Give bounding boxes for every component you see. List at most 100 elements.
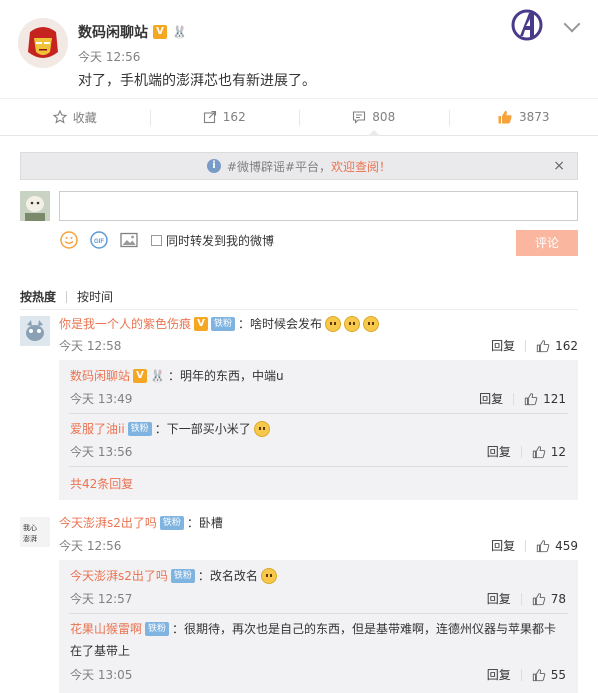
- like-button[interactable]: 3873: [448, 99, 598, 135]
- reply-time: 今天 13:56: [70, 445, 133, 459]
- fan-badge: 铁粉: [170, 568, 195, 583]
- fan-badge: 铁粉: [127, 421, 152, 436]
- reply-button[interactable]: 回复: [487, 443, 511, 460]
- sort-by-hot[interactable]: 按热度: [20, 288, 56, 305]
- chevron-down-icon[interactable]: [563, 15, 581, 32]
- comment-button[interactable]: 808: [299, 99, 449, 136]
- reply-actions: 回复 121: [479, 390, 566, 407]
- comment-count: 808: [372, 110, 396, 124]
- doge-emoji-icon: [344, 315, 361, 332]
- reply-time: 今天 13:05: [70, 668, 133, 682]
- emoji-icon[interactable]: [59, 230, 79, 250]
- sort-divider: [66, 290, 68, 303]
- svg-text:澎湃: 澎湃: [23, 534, 37, 543]
- svg-text:我心: 我心: [23, 523, 37, 532]
- forward-count: 162: [222, 110, 246, 124]
- comment-username[interactable]: 今天澎湃s2出了吗: [59, 514, 157, 531]
- reply-line: 数码闲聊站 V 🐰 ：明年的东西，中端u: [70, 367, 284, 384]
- level-badge-icon: 🐰: [150, 368, 165, 383]
- favorite-button[interactable]: 收藏: [0, 99, 150, 135]
- thumbs-up-icon: [524, 392, 538, 405]
- sort-bar: 按热度 按时间: [20, 288, 113, 305]
- favorite-label: 收藏: [72, 110, 97, 125]
- comment-like-button[interactable]: 459: [536, 539, 578, 553]
- reply-like-button[interactable]: 55: [532, 668, 566, 682]
- info-icon: i: [206, 159, 221, 173]
- verified-badge: V: [133, 368, 148, 383]
- sort-divider-line: [20, 309, 578, 310]
- comment-line: 今天澎湃s2出了吗 铁粉 ：卧槽: [59, 514, 223, 531]
- reply-divider: [69, 466, 568, 467]
- fan-badge: 铁粉: [211, 316, 236, 331]
- like-count: 3873: [518, 110, 550, 124]
- comment-like-count: 162: [555, 338, 578, 353]
- verified-badge: V: [194, 316, 209, 331]
- sort-by-time[interactable]: 按时间: [77, 288, 113, 305]
- forward-option[interactable]: 同时转发到我的微博: [151, 232, 274, 249]
- forward-button[interactable]: 162: [149, 99, 300, 135]
- post-text: 对了，手机端的澎湃芯也有新进展了。: [78, 73, 316, 89]
- reply-actions: 回复 55: [487, 666, 566, 683]
- reply-time: 今天 13:49: [70, 392, 133, 406]
- notice-text[interactable]: #微博辟谣#平台，: [227, 160, 331, 174]
- fan-badge: 铁粉: [159, 515, 184, 530]
- reply-text-continued: 在了基带上: [70, 644, 131, 658]
- reply-username[interactable]: 数码闲聊站: [70, 367, 130, 384]
- author-name[interactable]: 数码闲聊站: [78, 22, 148, 42]
- reply-list: 今天澎湃s2出了吗 铁粉 ：改名改名 今天 12:57 回复 78 花果山猴雷啊…: [59, 560, 578, 693]
- comment-like-button[interactable]: 162: [536, 339, 578, 353]
- post-top-right: [510, 8, 581, 45]
- reply-like-count: 12: [550, 444, 566, 459]
- author-avatar[interactable]: [18, 18, 68, 68]
- reply-like-button[interactable]: 78: [532, 592, 566, 606]
- submit-comment-button[interactable]: 评论: [516, 230, 578, 256]
- reply-line: 今天澎湃s2出了吗 铁粉 ：改名改名: [70, 567, 277, 584]
- comment-time: 今天 12:56: [59, 539, 122, 553]
- comment-actions: 回复 162: [491, 337, 578, 354]
- reply-button[interactable]: 回复: [487, 666, 511, 683]
- comment-avatar[interactable]: 我心 澎湃: [20, 517, 50, 547]
- reply-username[interactable]: 爱服了油ii: [70, 420, 125, 437]
- comment-username[interactable]: 你是我一个人的紫色伤痕: [59, 315, 191, 332]
- fan-badge: 铁粉: [145, 621, 170, 636]
- reply-username[interactable]: 花果山猴雷啊: [70, 620, 142, 637]
- doge-emoji-icon: [325, 315, 342, 332]
- laugh-emoji-icon: [260, 567, 277, 584]
- comment-input[interactable]: [59, 191, 578, 221]
- notice-link[interactable]: 欢迎查阅！: [331, 160, 391, 174]
- grin-emoji-icon: [253, 420, 270, 437]
- reply-like-button[interactable]: 121: [524, 392, 566, 406]
- reply-text: ：下一部买小米了: [154, 422, 251, 436]
- reply-like-button[interactable]: 12: [532, 445, 566, 459]
- forward-checkbox[interactable]: [151, 234, 162, 246]
- svg-text:GIF: GIF: [94, 239, 104, 245]
- reply-button[interactable]: 回复: [491, 337, 515, 354]
- level-badge-icon: 🐰: [172, 25, 187, 39]
- comment-text: ：卧槽: [186, 516, 223, 530]
- image-icon[interactable]: [119, 230, 139, 250]
- reply-text: ：明年的东西，中端u: [167, 369, 284, 383]
- star-icon: [52, 110, 67, 124]
- comment-avatar[interactable]: [20, 316, 50, 346]
- reply-time: 今天 12:57: [70, 592, 133, 606]
- forward-option-label: 同时转发到我的微博: [166, 233, 275, 248]
- reply-actions: 回复 12: [487, 443, 566, 460]
- thumbs-up-icon: [532, 592, 545, 605]
- reply-button[interactable]: 回复: [479, 390, 503, 407]
- composer-tools: GIF 同时转发到我的微博: [59, 230, 274, 250]
- reply-button[interactable]: 回复: [487, 590, 511, 607]
- comment-actions: 回复 459: [491, 537, 578, 554]
- post-time[interactable]: 今天 12:56: [78, 48, 140, 65]
- reply-divider: [69, 613, 568, 614]
- more-replies-link[interactable]: 共42条回复: [70, 475, 133, 492]
- reply-username[interactable]: 今天澎湃s2出了吗: [70, 567, 168, 584]
- gif-icon[interactable]: GIF: [89, 230, 109, 250]
- avengers-logo-icon: [510, 8, 544, 45]
- reply-like-count: 55: [550, 667, 566, 682]
- reply-text: ：改名改名: [197, 569, 258, 583]
- reply-list: 数码闲聊站 V 🐰 ：明年的东西，中端u 今天 13:49 回复 121 爱服了…: [59, 360, 578, 500]
- comment-line: 你是我一个人的紫色伤痕 V 铁粉 ：啥时候会发布: [59, 315, 380, 332]
- close-icon[interactable]: ×: [553, 158, 565, 174]
- reply-button[interactable]: 回复: [491, 537, 515, 554]
- doge-emoji-icon: [363, 315, 380, 332]
